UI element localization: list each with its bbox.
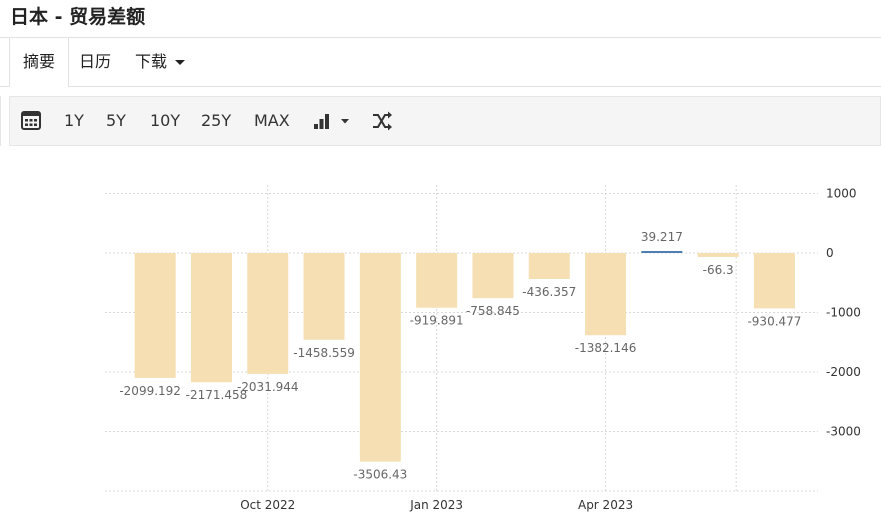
data-label: -436.357 (522, 285, 576, 299)
data-label: -1382.146 (575, 341, 637, 355)
trade-balance-chart: -2099.192 -2171.458-2031.944-1458.559-350… (105, 185, 861, 512)
data-label: -1458.559 (293, 346, 355, 360)
x-tick-label: Oct 2022 (240, 498, 295, 512)
y-tick-label: -2000 (826, 365, 861, 379)
bar (190, 253, 232, 383)
x-tick-label: Apr 2023 (578, 498, 633, 512)
data-label: 39.217 (641, 230, 683, 244)
data-label: -66.3 (703, 263, 734, 277)
data-label: -758.845 (466, 304, 520, 318)
bar (416, 253, 458, 308)
data-label: -2099.192 (119, 384, 181, 398)
y-tick-label: -3000 (826, 425, 861, 439)
y-tick-label: 0 (826, 246, 834, 260)
data-label: -930.477 (747, 314, 801, 328)
bar (134, 253, 176, 378)
data-label: -3506.43 (353, 468, 407, 482)
bar (303, 253, 345, 340)
y-tick-label: 1000 (826, 187, 857, 201)
bar (697, 253, 739, 257)
bar (472, 253, 514, 299)
bar (247, 253, 289, 374)
bar (528, 253, 570, 279)
bar (585, 253, 627, 336)
bar (753, 253, 795, 309)
x-tick-label: Jan 2023 (409, 498, 463, 512)
data-label: -2031.944 (237, 380, 299, 394)
data-label: -919.891 (410, 314, 464, 328)
y-tick-label: -1000 (826, 306, 861, 320)
bar (359, 253, 401, 462)
